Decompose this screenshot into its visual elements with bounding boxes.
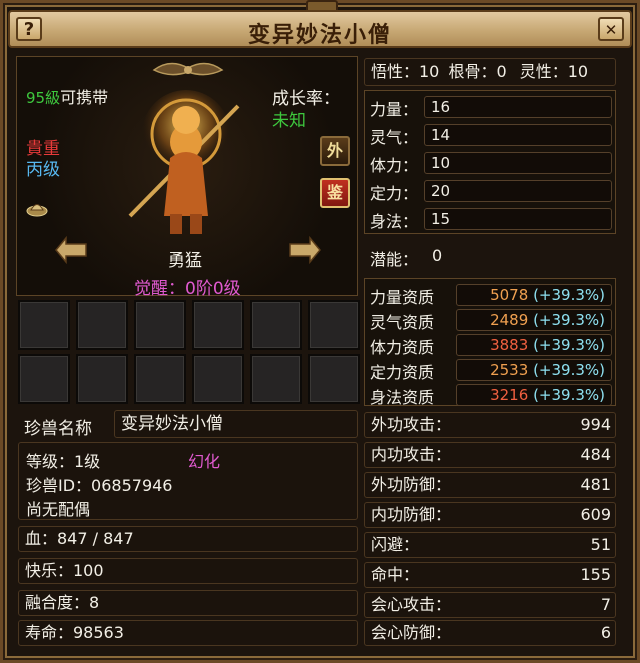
pet-portrait-image [128,90,240,234]
apt-label-strength: 力量资质 [370,288,435,307]
apt-value-stamina: 3883 (+39.3%) [456,334,612,356]
apt-label-spirit: 灵气资质 [370,313,435,332]
combat-row: 会心攻击： 7 [364,592,616,618]
lingxing-stat: 灵性：10 [519,62,589,81]
title-bar[interactable]: ? 变异妙法小僧 ✕ [8,10,632,48]
close-button[interactable]: ✕ [598,17,624,41]
apt-label-agility: 身法资质 [370,388,435,407]
gengu-stat: 根骨：0 [448,62,507,81]
combat-row: 会心防御： 6 [364,620,616,646]
skill-slot[interactable] [18,300,70,350]
pet-id: 珍兽ID：06857946 [26,476,173,495]
combat-row: 内功防御： 609 [364,502,616,528]
combat-value: 481 [580,475,611,494]
attr-value-spirit: 14 [424,124,612,146]
appraise-button[interactable]: 鉴 [320,178,350,208]
hp-field: 血：847 / 847 [18,526,358,552]
attr-value-agility: 15 [424,208,612,230]
apt-number: 3883 [490,336,529,354]
attr-label-spirit: 灵气： [370,128,419,147]
apt-bonus: (+39.3%) [533,311,605,329]
skill-slot[interactable] [192,354,244,404]
skill-slot[interactable] [18,354,70,404]
window-title: 变异妙法小僧 [247,23,392,48]
apt-label-stamina: 体力资质 [370,338,435,357]
attr-value-strength: 16 [424,96,612,118]
trait-label: 勇猛 [168,251,202,271]
fusion-field: 融合度：8 [18,590,358,616]
combat-label: 会心防御： [371,623,452,642]
combat-value: 609 [580,505,611,524]
skill-slot[interactable] [192,300,244,350]
pet-level-carry: 95級可携带 [26,84,108,108]
skill-slot[interactable] [308,354,360,404]
combat-value: 6 [600,623,611,642]
apt-value-strength: 5078 (+39.3%) [456,284,612,306]
potential-value: 0 [432,246,443,265]
combat-value: 155 [580,565,611,584]
combat-label: 内功攻击： [371,445,452,464]
combat-value: 994 [580,415,611,434]
transform-label[interactable]: 幻化 [188,448,220,472]
apt-number: 2489 [490,311,529,329]
combat-row: 命中： 155 [364,562,616,588]
attr-label-agility: 身法： [370,212,419,231]
awaken-label: 觉醒：0阶0级 [134,279,241,299]
combat-label: 闪避： [371,535,420,554]
skill-slot[interactable] [308,300,360,350]
portrait-ornament-icon [152,62,224,76]
combat-label: 外功防御： [371,475,452,494]
skill-slot[interactable] [250,300,302,350]
apt-number: 2533 [490,361,529,379]
rotate-left-arrow-icon[interactable] [52,234,92,268]
apt-bonus: (+39.3%) [533,336,605,354]
pet-level: 95級 [26,89,61,107]
apt-value-agility: 3216 (+39.3%) [456,384,612,406]
rotate-right-arrow-icon[interactable] [284,234,324,268]
combat-row: 内功攻击： 484 [364,442,616,468]
combat-value: 484 [580,445,611,464]
attr-label-stamina: 体力： [370,156,419,175]
combat-value: 51 [590,535,611,554]
spouse-status: 尚无配偶 [26,500,91,519]
combat-label: 内功防御： [371,505,452,524]
carry-label: 可携带 [60,88,109,107]
happiness-field: 快乐：100 [18,558,358,584]
combat-row: 外功防御： 481 [364,472,616,498]
external-button[interactable]: 外 [320,136,350,166]
combat-row: 闪避： 51 [364,532,616,558]
grade-label: 丙级 [26,160,60,180]
apt-label-focus: 定力资质 [370,363,435,382]
attr-value-focus: 20 [424,180,612,202]
combat-label: 会心攻击： [371,595,452,614]
wuxing-stat: 悟性：10 [371,62,440,81]
lifespan-field: 寿命：98563 [18,620,358,646]
combat-row: 外功攻击： 994 [364,412,616,438]
attr-label-strength: 力量： [370,100,419,119]
apt-bonus: (+39.3%) [533,286,605,304]
pet-name-label: 珍兽名称 [24,419,92,439]
skill-slot[interactable] [134,354,186,404]
apt-value-focus: 2533 (+39.3%) [456,359,612,381]
apt-value-spirit: 2489 (+39.3%) [456,309,612,331]
apt-bonus: (+39.3%) [533,361,605,379]
pet-level-line: 等级：1级 [26,452,101,471]
attr-value-stamina: 10 [424,152,612,174]
attr-label-focus: 定力： [370,184,419,203]
apt-bonus: (+39.3%) [533,386,605,404]
apt-number: 5078 [490,286,529,304]
skill-slot[interactable] [250,354,302,404]
combat-label: 命中： [371,565,420,584]
apt-number: 3216 [490,386,529,404]
growth-value: 未知 [272,111,306,131]
combat-label: 外功攻击： [371,415,452,434]
top-stats-bar: 悟性：10 根骨：0 灵性：10 [364,58,616,86]
combat-value: 7 [600,595,611,614]
potential-label: 潜能： [370,250,419,269]
skill-slot[interactable] [76,300,128,350]
lock-icon[interactable] [26,198,48,218]
skill-slot[interactable] [134,300,186,350]
skill-slot[interactable] [76,354,128,404]
pet-name-input[interactable]: 变异妙法小僧 [114,410,358,438]
